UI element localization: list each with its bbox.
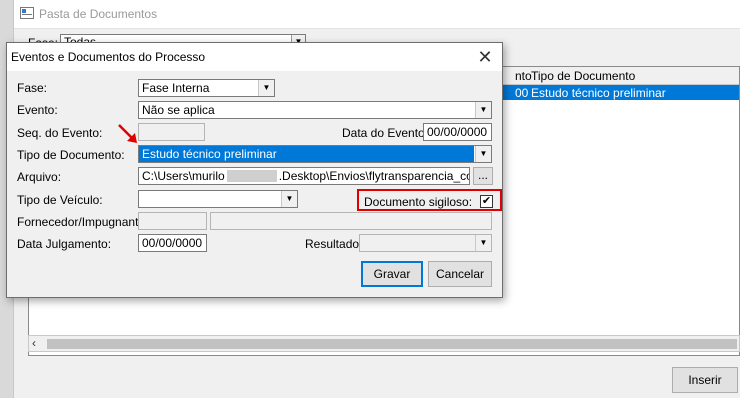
chevron-down-icon[interactable]: ▼	[281, 191, 297, 207]
browse-button[interactable]: ...	[473, 167, 493, 185]
tipo-veiculo-select[interactable]: ▼	[138, 190, 298, 208]
gravar-button[interactable]: Gravar	[361, 261, 423, 287]
tipo-documento-value: Estudo técnico preliminar	[139, 146, 474, 162]
chevron-down-icon[interactable]: ▼	[258, 80, 274, 96]
background-titlebar: Pasta de Documentos	[14, 0, 740, 29]
dialog-titlebar: Eventos e Documentos do Processo ✕	[7, 43, 502, 71]
background-window-title: Pasta de Documentos	[39, 7, 158, 21]
fase-label: Fase:	[17, 81, 48, 95]
evento-label: Evento:	[17, 103, 58, 117]
arquivo-path-prefix: C:\Users\murilo	[142, 169, 225, 183]
tipo-documento-label: Tipo de Documento:	[17, 148, 125, 162]
resultado-select[interactable]: ▼	[359, 234, 492, 252]
annotation-arrow-icon	[118, 124, 137, 143]
dialog-title: Eventos e Documentos do Processo	[11, 50, 206, 64]
grid-cell: Estudo técnico preliminar	[531, 86, 666, 100]
eventos-documentos-dialog: Eventos e Documentos do Processo ✕ Fase:…	[6, 42, 503, 298]
app-window-icon	[20, 7, 34, 19]
fornecedor-code-field[interactable]	[138, 212, 207, 230]
grid-cell: 00	[515, 86, 529, 100]
documento-sigiloso-label: Documento sigiloso:	[364, 195, 473, 209]
evento-select[interactable]: Não se aplica ▼	[138, 101, 492, 119]
inserir-button[interactable]: Inserir	[672, 367, 738, 393]
seq-evento-field[interactable]	[138, 123, 205, 141]
redacted-text	[226, 170, 277, 182]
arquivo-field[interactable]: C:\Users\murilo .Desktop\Envios\flytransp…	[138, 167, 470, 185]
arquivo-path-suffix: .Desktop\Envios\flytransparencia_compras	[278, 169, 470, 183]
evento-value: Não se aplica	[142, 103, 215, 117]
chevron-down-icon[interactable]: ▼	[475, 146, 491, 162]
resultado-label: Resultado:	[305, 237, 363, 251]
fase-value: Fase Interna	[142, 81, 210, 95]
chevron-left-icon[interactable]: ‹	[32, 336, 36, 351]
grid-col-header[interactable]: Tipo de Documento	[531, 69, 635, 83]
documento-sigiloso-checkbox[interactable]: ✔	[480, 195, 493, 208]
fornecedor-label: Fornecedor/Impugnante:	[17, 215, 149, 229]
chevron-down-icon[interactable]: ▼	[475, 102, 491, 118]
scrollbar-thumb[interactable]	[47, 339, 737, 349]
data-julgamento-label: Data Julgamento:	[17, 237, 112, 251]
tipo-veiculo-label: Tipo de Veículo:	[17, 193, 103, 207]
seq-evento-label: Seq. do Evento:	[17, 126, 103, 140]
horizontal-scrollbar[interactable]: ‹	[28, 335, 740, 352]
fornecedor-name-field[interactable]	[210, 212, 492, 230]
arquivo-label: Arquivo:	[17, 170, 62, 184]
close-icon[interactable]: ✕	[474, 46, 496, 68]
chevron-down-icon[interactable]: ▼	[475, 235, 491, 251]
data-julgamento-field[interactable]: 00/00/0000	[138, 234, 207, 252]
tipo-documento-select[interactable]: Estudo técnico preliminar ▼	[138, 145, 492, 163]
data-evento-field[interactable]: 00/00/0000	[423, 123, 492, 141]
fase-select[interactable]: Fase Interna ▼	[138, 79, 275, 97]
cancelar-button[interactable]: Cancelar	[428, 261, 492, 287]
grid-col-header[interactable]: nto	[515, 69, 532, 83]
data-evento-label: Data do Evento:	[342, 126, 429, 140]
